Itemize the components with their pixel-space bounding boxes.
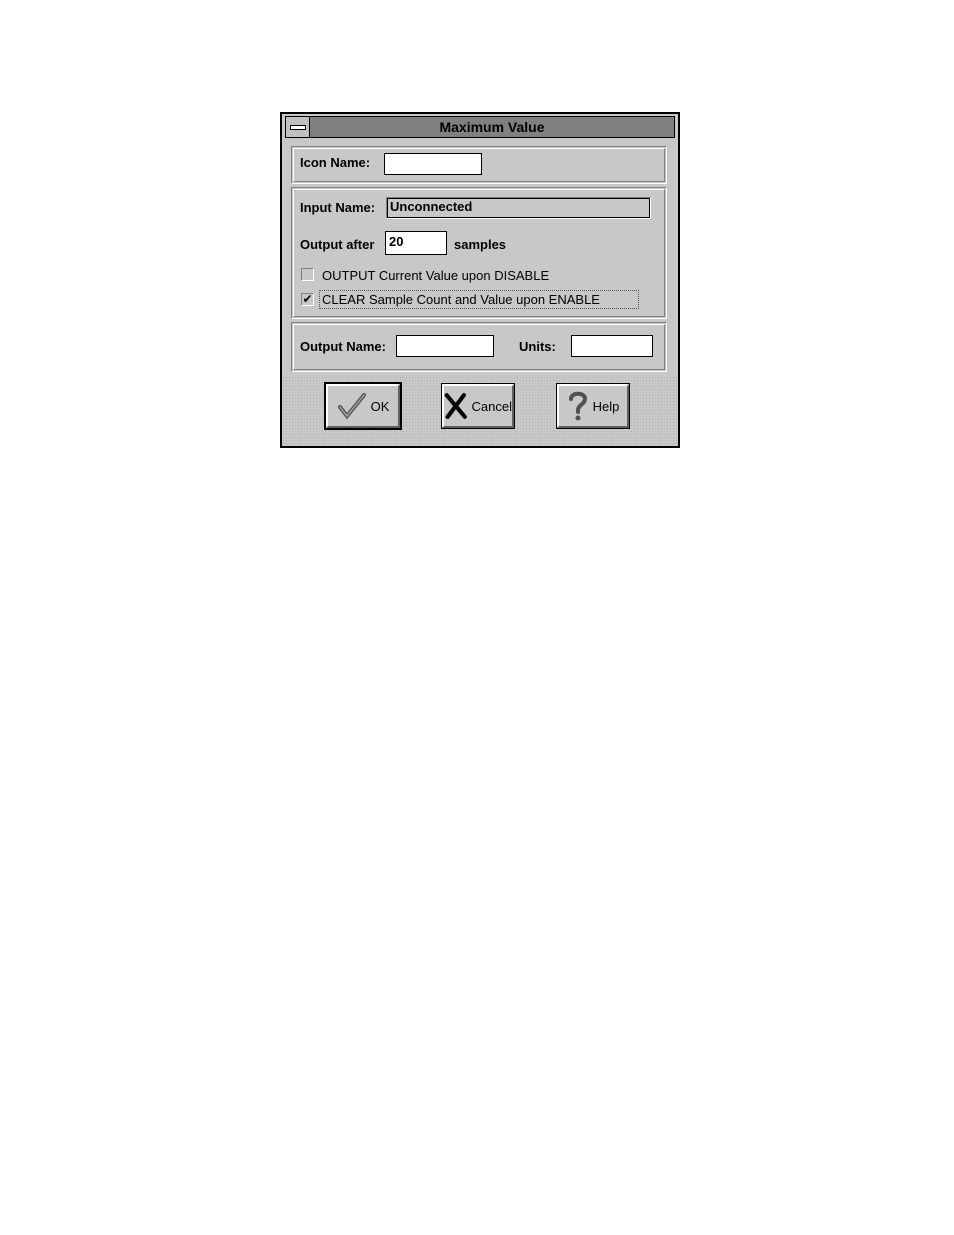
output-disable-checkbox[interactable] — [301, 268, 314, 281]
icon-name-label: Icon Name: — [300, 155, 371, 170]
icon-name-field[interactable] — [384, 153, 482, 175]
cancel-label: Cancel — [471, 398, 512, 414]
system-menu-button[interactable] — [286, 117, 310, 137]
ok-label: OK — [370, 398, 390, 414]
maximum-value-dialog: Maximum Value Icon Name: Input Name: Unc… — [280, 112, 680, 448]
checkmark-icon — [337, 393, 366, 420]
units-field[interactable] — [571, 335, 653, 357]
output-after-label: Output after — [300, 237, 375, 252]
output-disable-label[interactable]: OUTPUT Current Value upon DISABLE — [322, 268, 549, 283]
help-label: Help — [592, 398, 620, 414]
clear-enable-checkbox[interactable]: ✔ — [301, 293, 314, 306]
clear-enable-label[interactable]: CLEAR Sample Count and Value upon ENABLE — [322, 292, 600, 307]
samples-label: samples — [454, 237, 507, 252]
title-bar[interactable]: Maximum Value — [285, 116, 675, 138]
question-mark-icon — [568, 391, 587, 421]
ok-button[interactable]: OK — [324, 382, 402, 430]
cancel-button[interactable]: Cancel — [441, 383, 515, 429]
input-name-label: Input Name: — [300, 200, 376, 215]
x-mark-icon — [444, 393, 467, 419]
help-button[interactable]: Help — [556, 383, 630, 429]
units-label: Units: — [519, 339, 556, 354]
output-panel: Output Name: Units: — [291, 322, 667, 372]
window-title: Maximum Value — [439, 119, 545, 135]
output-after-field[interactable]: 20 — [385, 231, 447, 255]
output-name-label: Output Name: — [300, 339, 386, 354]
input-panel: Input Name: Unconnected Output after 20 … — [291, 187, 667, 319]
icon-name-panel: Icon Name: — [291, 146, 667, 184]
checkmark-icon: ✔ — [302, 292, 313, 306]
system-menu-icon — [290, 125, 306, 130]
input-name-field: Unconnected — [386, 197, 651, 219]
output-name-field[interactable] — [396, 335, 494, 357]
